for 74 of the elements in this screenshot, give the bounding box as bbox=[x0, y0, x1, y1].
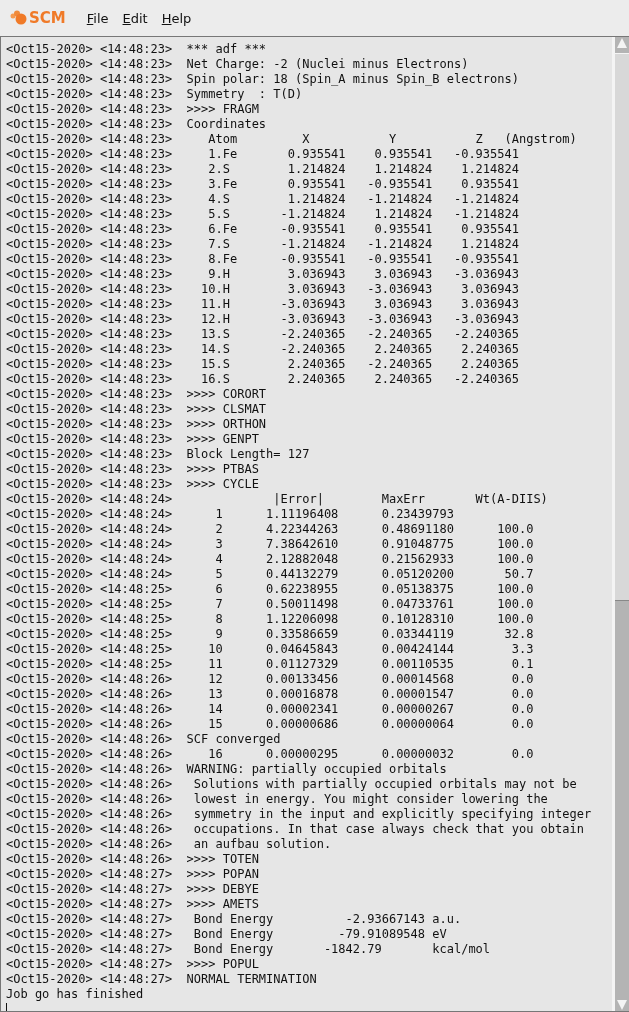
scroll-thumb[interactable] bbox=[615, 53, 629, 601]
log-line: <Oct15-2020> <14:48:23> 14.S -2.240365 2.240365 2.240365 bbox=[6, 342, 520, 357]
log-line: <Oct15-2020> <14:48:26> 13 0.00016878 0.00001547 0.0 bbox=[6, 687, 535, 702]
log-line: <Oct15-2020> <14:48:26> 12 0.00133456 0.00014568 0.0 bbox=[6, 672, 535, 687]
log-line: <Oct15-2020> <14:48:23> 10.H 3.036943 -3.036943 3.036943 bbox=[6, 282, 520, 297]
log-line: <Oct15-2020> <14:48:23> 3.Fe 0.935541 -0.935541 0.935541 bbox=[6, 177, 520, 192]
log-line: <Oct15-2020> <14:48:27> Bond Energy -79.91089548 eV bbox=[6, 927, 448, 942]
log-line: <Oct15-2020> <14:48:25> 7 0.50011498 0.04733761 100.0 bbox=[6, 597, 535, 612]
log-line: <Oct15-2020> <14:48:23> 15.S 2.240365 -2.240365 2.240365 bbox=[6, 357, 520, 372]
log-line: <Oct15-2020> <14:48:23> Net Charge: -2 (Nuclei minus Electrons) bbox=[6, 57, 470, 72]
log-line: <Oct15-2020> <14:48:23> 5.S -1.214824 1.214824 -1.214824 bbox=[6, 207, 520, 222]
log-line: <Oct15-2020> <14:48:23> 8.Fe -0.935541 -0.935541 -0.935541 bbox=[6, 252, 520, 267]
log-line: <Oct15-2020> <14:48:27> >>>> AMETS bbox=[6, 897, 260, 912]
log-line: <Oct15-2020> <14:48:26> 14 0.00002341 0.00000267 0.0 bbox=[6, 702, 535, 717]
log-line: <Oct15-2020> <14:48:26> SCF converged bbox=[6, 732, 282, 747]
log-line: <Oct15-2020> <14:48:24> |Error| MaxErr Wt(A-DIIS) bbox=[6, 492, 549, 507]
log-line: <Oct15-2020> <14:48:23> 16.S 2.240365 2.240365 -2.240365 bbox=[6, 372, 520, 387]
log-line: <Oct15-2020> <14:48:23> >>>> GENPT bbox=[6, 432, 260, 447]
log-line: <Oct15-2020> <14:48:23> 12.H -3.036943 -3.036943 -3.036943 bbox=[6, 312, 520, 327]
log-line: <Oct15-2020> <14:48:23> Symmetry : T(D) bbox=[6, 87, 304, 102]
log-line: <Oct15-2020> <14:48:23> Coordinates bbox=[6, 117, 268, 132]
log-line: <Oct15-2020> <14:48:23> *** adf *** bbox=[6, 42, 268, 57]
log-line: <Oct15-2020> <14:48:23> >>>> ORTHON bbox=[6, 417, 268, 432]
menu-item[interactable]: Edit bbox=[115, 8, 155, 28]
log-line: <Oct15-2020> <14:48:26> occupations. In that case always check that you obtain bbox=[6, 822, 585, 837]
up-arrow-icon[interactable] bbox=[615, 37, 629, 49]
log-line: <Oct15-2020> <14:48:26> 15 0.00000686 0.00000064 0.0 bbox=[6, 717, 535, 732]
log-line: <Oct15-2020> <14:48:26> an aufbau solution. bbox=[6, 837, 333, 852]
log-line: <Oct15-2020> <14:48:24> 1 1.11196408 0.23439793 bbox=[6, 507, 455, 522]
log-line: <Oct15-2020> <14:48:26> WARNING: partially occupied orbitals bbox=[6, 762, 448, 777]
log-line: <Oct15-2020> <14:48:24> 4 2.12882048 0.21562933 100.0 bbox=[6, 552, 535, 567]
log-line: <Oct15-2020> <14:48:25> 9 0.33586659 0.03344119 32.8 bbox=[6, 627, 535, 642]
log-line: <Oct15-2020> <14:48:23> Spin polar: 18 (Spin_A minus Spin_B electrons) bbox=[6, 72, 520, 87]
log-line: <Oct15-2020> <14:48:23> 6.Fe -0.935541 0.935541 0.935541 bbox=[6, 222, 520, 237]
log-line: <Oct15-2020> <14:48:23> 2.S 1.214824 1.214824 1.214824 bbox=[6, 162, 520, 177]
logo-icon bbox=[10, 10, 28, 26]
log-line: <Oct15-2020> <14:48:27> >>>> POPAN bbox=[6, 867, 260, 882]
log-line: <Oct15-2020> <14:48:23> 13.S -2.240365 -2.240365 -2.240365 bbox=[6, 327, 520, 342]
log-line: <Oct15-2020> <14:48:23> 7.S -1.214824 -1.214824 1.214824 bbox=[6, 237, 520, 252]
logo-text: SCM bbox=[29, 9, 66, 27]
log-line: <Oct15-2020> <14:48:23> >>>> FRAGM bbox=[6, 102, 260, 117]
log-line: <Oct15-2020> <14:48:27> Bond Energy -1842.79 kcal/mol bbox=[6, 942, 492, 957]
log-line: <Oct15-2020> <14:48:23> 4.S 1.214824 -1.214824 -1.214824 bbox=[6, 192, 520, 207]
log-line: <Oct15-2020> <14:48:23> Block Length= 127 bbox=[6, 447, 311, 462]
log-line: <Oct15-2020> <14:48:23> 9.H 3.036943 3.036943 -3.036943 bbox=[6, 267, 520, 282]
log-line: <Oct15-2020> <14:48:23> 11.H -3.036943 3.036943 3.036943 bbox=[6, 297, 520, 312]
log-line: <Oct15-2020> <14:48:27> >>>> DEBYE bbox=[6, 882, 260, 897]
log-line: <Oct15-2020> <14:48:24> 2 4.22344263 0.48691180 100.0 bbox=[6, 522, 535, 537]
menu-item[interactable]: File bbox=[79, 8, 116, 28]
log-line: <Oct15-2020> <14:48:25> 8 1.12206098 0.10128310 100.0 bbox=[6, 612, 535, 627]
scrollbar[interactable] bbox=[612, 37, 629, 1011]
log-line: <Oct15-2020> <14:48:25> 11 0.01127329 0.00110535 0.1 bbox=[6, 657, 535, 672]
log-line: <Oct15-2020> <14:48:26> lowest in energy. You might consider lowering the bbox=[6, 792, 549, 807]
log-line: <Oct15-2020> <14:48:24> 3 7.38642610 0.91048775 100.0 bbox=[6, 537, 535, 552]
log-line: <Oct15-2020> <14:48:25> 10 0.04645843 0.00424144 3.3 bbox=[6, 642, 535, 657]
log-line: <Oct15-2020> <14:48:24> 5 0.44132279 0.05120200 50.7 bbox=[6, 567, 535, 582]
log-line: <Oct15-2020> <14:48:23> >>>> CLSMAT bbox=[6, 402, 268, 417]
log-line: <Oct15-2020> <14:48:27> NORMAL TERMINATION bbox=[6, 972, 318, 987]
log-line: <Oct15-2020> <14:48:23> >>>> CYCLE bbox=[6, 477, 260, 492]
text-cursor bbox=[6, 1003, 7, 1011]
down-arrow-icon[interactable] bbox=[615, 999, 629, 1011]
log-line: <Oct15-2020> <14:48:26> Solutions with partially occupied orbitals may not be bbox=[6, 777, 578, 792]
log-line: <Oct15-2020> <14:48:26> symmetry in the input and explicitly specifying integer bbox=[6, 807, 593, 822]
log-line: <Oct15-2020> <14:48:26> >>>> TOTEN bbox=[6, 852, 260, 867]
log-line: <Oct15-2020> <14:48:23> 1.Fe 0.935541 0.935541 -0.935541 bbox=[6, 147, 520, 162]
log-line: <Oct15-2020> <14:48:23> >>>> PTBAS bbox=[6, 462, 260, 477]
log-line: <Oct15-2020> <14:48:23> >>>> CORORT bbox=[6, 387, 268, 402]
log-line: <Oct15-2020> <14:48:27> >>>> POPUL bbox=[6, 957, 260, 972]
log-line: <Oct15-2020> <14:48:26> 16 0.00000295 0.00000032 0.0 bbox=[6, 747, 535, 762]
log-line: <Oct15-2020> <14:48:23> Atom X Y Z (Angstrom) bbox=[6, 132, 578, 147]
log-line: <Oct15-2020> <14:48:27> Bond Energy -2.93667143 a.u. bbox=[6, 912, 463, 927]
log-line: Job go has finished bbox=[6, 987, 145, 1002]
menu-item[interactable]: Help bbox=[154, 8, 199, 28]
log-line: <Oct15-2020> <14:48:25> 6 0.62238955 0.05138375 100.0 bbox=[6, 582, 535, 597]
